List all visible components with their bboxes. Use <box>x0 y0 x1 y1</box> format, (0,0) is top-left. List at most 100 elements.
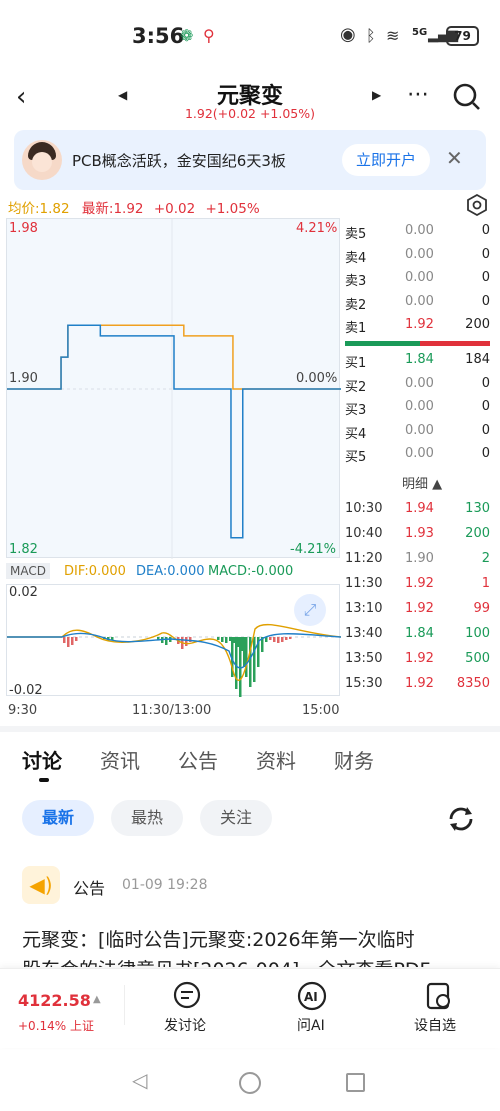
order-label: 买4 <box>345 426 367 442</box>
order-book-row: 卖4 0.00 0 <box>345 247 490 269</box>
price-stats: 均价:1.82 最新:1.92 +0.02 +1.05% <box>8 197 260 217</box>
comment-icon <box>173 981 201 1009</box>
ask-strength-bar <box>420 341 490 346</box>
refresh-icon[interactable] <box>445 803 477 839</box>
bid-strength-bar <box>345 341 420 346</box>
tick-volume: 200 <box>465 526 490 541</box>
macd-bar <box>269 637 272 640</box>
price-chart[interactable] <box>6 218 341 559</box>
index-value[interactable]: 4122.58 <box>18 991 91 1010</box>
filter-hot[interactable]: 最热 <box>111 800 183 836</box>
macd-bar <box>63 637 66 643</box>
megaphone-icon: ◀) <box>22 866 60 904</box>
dea-label: DEA:0.000 <box>136 564 205 579</box>
tick-volume: 2 <box>481 551 490 566</box>
nav-home-icon[interactable] <box>239 1072 261 1094</box>
watch-label: 设自选 <box>414 1018 456 1034</box>
tick-row: 13:10 1.92 99 <box>345 601 490 623</box>
caret-up-icon: ▲ <box>93 994 101 1005</box>
ai-icon: AI <box>297 981 327 1011</box>
tab-news[interactable]: 资讯 <box>100 745 140 774</box>
eye-icon: ◉ <box>340 24 356 45</box>
section-divider <box>0 726 500 732</box>
pct-bottom-label: -4.21% <box>290 542 336 557</box>
order-label: 卖3 <box>345 274 367 289</box>
y-top-label: 1.98 <box>9 221 38 236</box>
change: +0.02 <box>153 201 196 217</box>
open-account-button[interactable]: 立即开户 <box>342 144 430 176</box>
macd-bottom-label: -0.02 <box>9 683 43 698</box>
price-series-1 <box>7 324 341 539</box>
filter-following[interactable]: 关注 <box>200 800 272 836</box>
svg-text:AI: AI <box>304 990 318 1004</box>
post-title-line1: 元聚变：[临时公告]元聚变:2026年第一次临时 <box>22 929 415 951</box>
tick-time: 15:30 <box>345 676 383 691</box>
close-icon[interactable]: ✕ <box>446 146 463 170</box>
settings-icon[interactable] <box>466 193 488 220</box>
order-volume: 0 <box>481 293 490 309</box>
macd-bar <box>289 637 292 639</box>
network-label: 5G <box>412 27 428 38</box>
add-watchlist-button[interactable]: 设自选 <box>406 981 476 1041</box>
dif-label: DIF:0.000 <box>64 564 126 579</box>
order-volume: 0 <box>481 399 490 414</box>
order-price: 1.84 <box>405 352 434 367</box>
detail-toggle[interactable]: 明细 ▲ <box>402 473 442 492</box>
macd-bar <box>71 637 74 645</box>
watchlist-icon <box>426 982 450 1010</box>
macd-bar <box>239 637 242 697</box>
order-price: 0.00 <box>405 246 434 262</box>
tab-profile[interactable]: 资料 <box>256 745 296 774</box>
macd-top-label: 0.02 <box>9 585 38 600</box>
discuss-button[interactable]: 发讨论 <box>150 981 224 1041</box>
ask-ai-button[interactable]: AI 问AI <box>286 981 346 1041</box>
order-price: 0.00 <box>405 422 434 438</box>
macd-chart[interactable] <box>6 584 341 697</box>
tick-price: 1.92 <box>405 651 434 666</box>
tick-time: 11:30 <box>345 576 383 591</box>
location-icon: ⚲ <box>203 26 215 45</box>
expand-icon[interactable]: ⤢ <box>294 594 326 626</box>
macd-bar <box>277 637 280 643</box>
order-book-row: 买3 0.00 0 <box>345 399 490 421</box>
x-end-label: 15:00 <box>302 703 340 718</box>
order-price: 1.92 <box>405 317 434 332</box>
tab-discussion[interactable]: 讨论 <box>22 745 62 774</box>
filter-latest[interactable]: 最新 <box>22 800 94 836</box>
tick-price: 1.90 <box>405 551 434 566</box>
tick-time: 10:40 <box>345 526 383 541</box>
order-book-row: 卖5 0.00 0 <box>345 223 490 245</box>
search-icon[interactable] <box>452 82 482 116</box>
tab-financials[interactable]: 财务 <box>334 745 374 774</box>
order-volume: 0 <box>481 270 490 285</box>
order-label: 卖5 <box>345 227 367 242</box>
nav-back-icon[interactable]: ◁ <box>132 1068 147 1092</box>
promo-banner[interactable]: PCB概念活跃，金安国纪6天3板 立即开户 ✕ <box>14 130 486 190</box>
pct-mid-label: 0.00% <box>296 371 338 386</box>
status-bar: 3:56 ❁ ⚲ ◉ ᛒ ≋ 5G ▂▄▆ 79 <box>0 0 500 72</box>
order-volume: 0 <box>481 223 490 238</box>
status-time: 3:56 <box>132 24 185 48</box>
tick-row: 11:20 1.90 2 <box>345 551 490 573</box>
order-book-row: 卖3 0.00 0 <box>345 270 490 292</box>
next-stock-icon[interactable]: ▶ <box>372 88 381 102</box>
order-label: 买1 <box>345 356 367 371</box>
tick-price: 1.92 <box>405 601 434 616</box>
tab-announcements[interactable]: 公告 <box>178 745 218 774</box>
tick-volume: 100 <box>465 626 490 641</box>
macd-bar <box>75 637 78 641</box>
order-price: 0.00 <box>405 399 434 414</box>
tick-price: 1.92 <box>405 576 434 591</box>
macd-bar <box>185 637 188 646</box>
ask-ai-label: 问AI <box>297 1018 325 1034</box>
tick-volume: 99 <box>473 601 490 616</box>
change-pct: +1.05% <box>205 201 260 217</box>
post-title[interactable]: 元聚变：[临时公告]元聚变:2026年第一次临时 股东会的法律意见书[2026-… <box>22 925 482 967</box>
order-label: 卖4 <box>345 250 367 266</box>
order-book-row: 卖1 1.92 200 <box>345 317 490 339</box>
order-price: 0.00 <box>405 223 434 238</box>
more-icon[interactable]: ⋯ <box>407 82 430 107</box>
macd-bar <box>225 637 228 643</box>
nav-recents-icon[interactable] <box>346 1073 365 1092</box>
tab-bar: 讨论 资讯 公告 资料 财务 <box>0 745 500 785</box>
